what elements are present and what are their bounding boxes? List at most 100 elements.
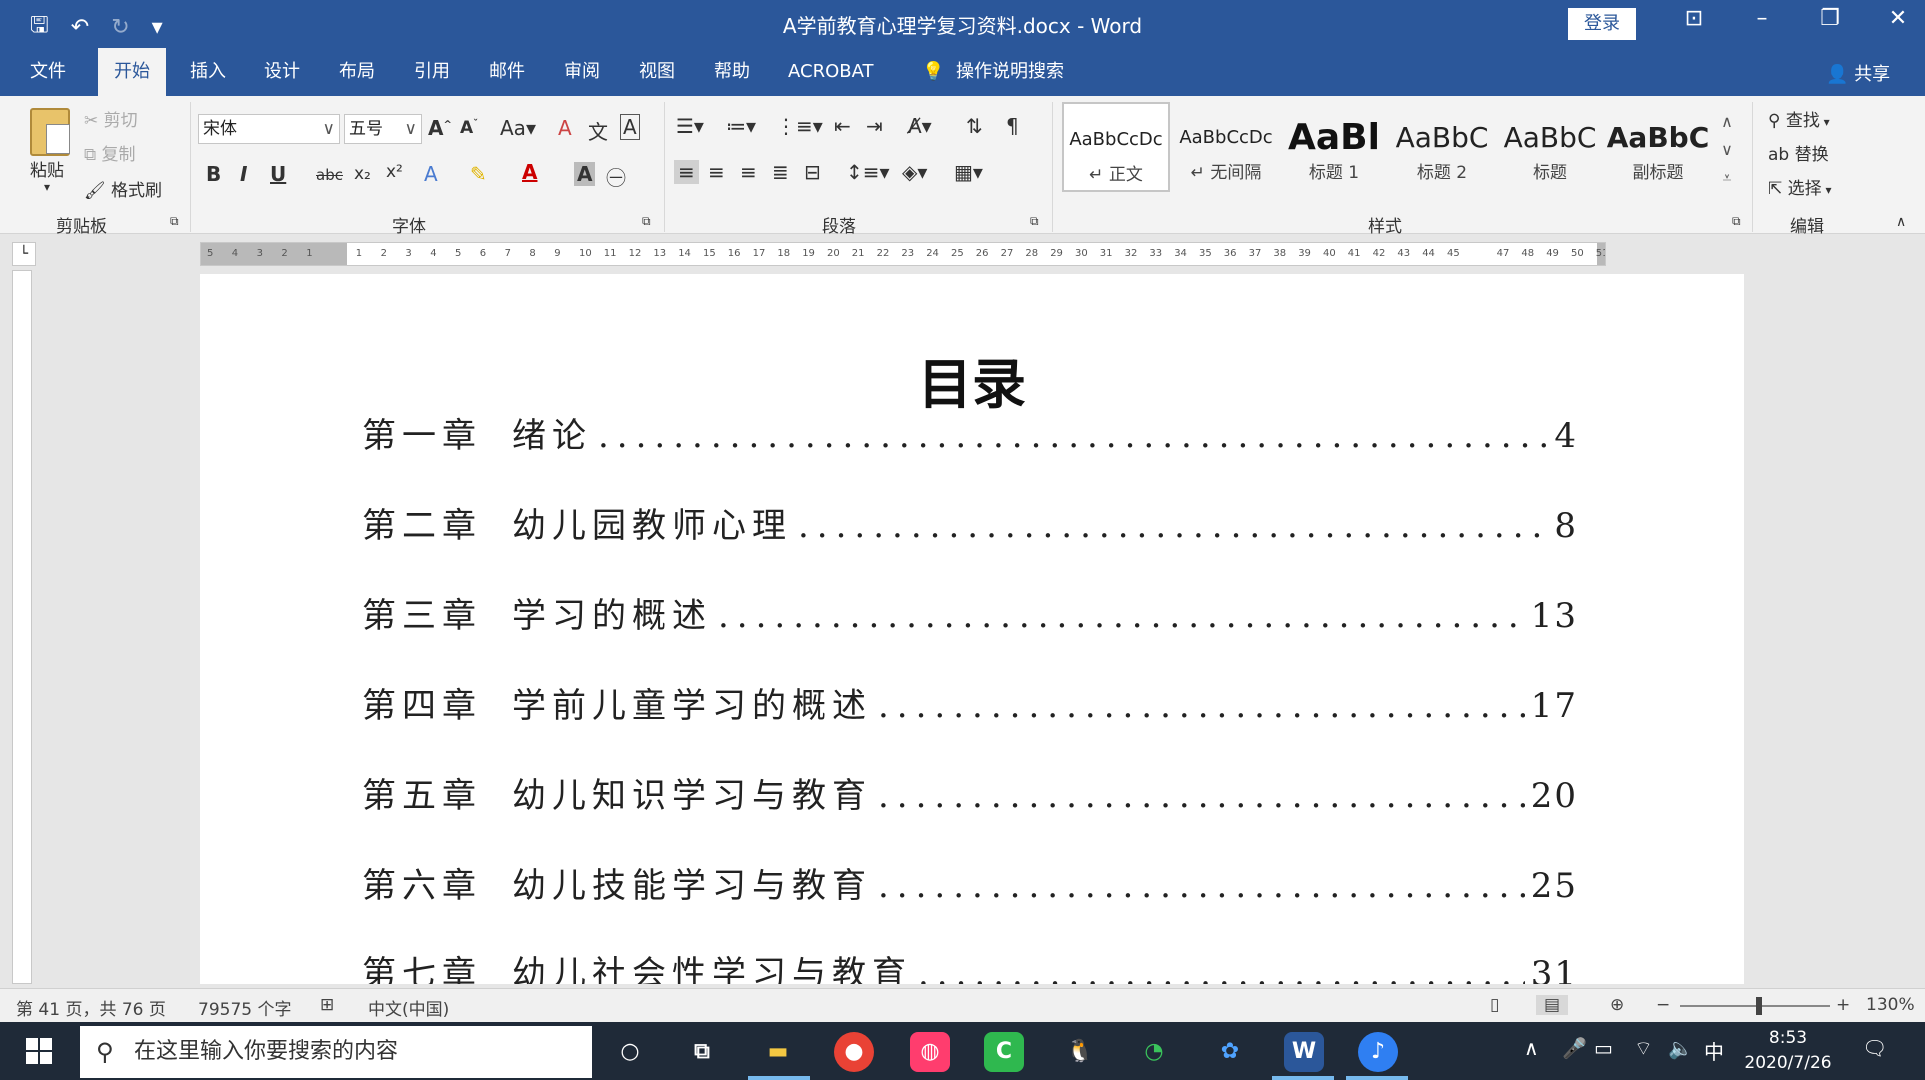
notifications-icon[interactable]: 🗨 xyxy=(1862,1036,1887,1060)
font-color-icon[interactable]: A xyxy=(522,160,537,184)
tab-review[interactable]: 审阅 xyxy=(548,48,616,96)
align-right-icon[interactable]: ≡ xyxy=(740,160,757,184)
toc-entry[interactable]: 第六章 幼儿技能学习与教育 ..........................… xyxy=(362,858,1578,908)
subscript-icon[interactable]: x₂ xyxy=(354,164,371,184)
bold-icon[interactable]: B xyxy=(206,162,221,186)
tab-selector-icon[interactable]: └ xyxy=(12,242,36,266)
collapse-ribbon-icon[interactable]: ∧ xyxy=(1896,214,1906,230)
tab-references[interactable]: 引用 xyxy=(398,48,466,96)
restore-icon[interactable]: ❐ xyxy=(1796,6,1864,31)
read-mode-icon[interactable]: ▯ xyxy=(1490,995,1499,1015)
toc-entry[interactable]: 第七章 幼儿社会性学习与教育 .........................… xyxy=(362,946,1578,984)
superscript-icon[interactable]: x² xyxy=(386,162,403,182)
ime-indicator[interactable]: 中 xyxy=(1704,1036,1724,1065)
shading-icon[interactable]: ◈▾ xyxy=(902,160,927,184)
character-shading-icon[interactable]: A xyxy=(574,162,596,186)
horizontal-ruler[interactable]: 5 4 3 2 1 1 2 3 4 5 6 7 8 9 10 11 12 13 14 15 16 17 18 19 20 21 22… xyxy=(200,242,1606,266)
cortana-icon[interactable]: ○ xyxy=(610,1032,650,1072)
tab-help[interactable]: 帮助 xyxy=(698,48,766,96)
paste-icon[interactable] xyxy=(30,108,70,156)
tell-me-search[interactable]: 操作说明搜索 xyxy=(940,48,1080,96)
zoom-in-icon[interactable]: + xyxy=(1836,995,1850,1015)
styles-launcher-icon[interactable]: ⧉ xyxy=(1732,214,1741,229)
paste-dropdown-icon[interactable]: ▾ xyxy=(44,180,50,194)
zoom-level[interactable]: 130% xyxy=(1866,995,1915,1015)
clock[interactable]: 8:53 2020/7/26 xyxy=(1740,1026,1836,1076)
show-hidden-icons-icon[interactable]: ∧ xyxy=(1524,1036,1539,1060)
style-heading-1[interactable]: AaBl 标题 1 xyxy=(1280,102,1388,192)
windows-start-icon[interactable] xyxy=(26,1038,52,1064)
tab-design[interactable]: 设计 xyxy=(248,48,316,96)
close-icon[interactable]: ✕ xyxy=(1864,6,1925,31)
vertical-ruler[interactable] xyxy=(12,270,32,984)
toc-entry[interactable]: 第二章 幼儿园教师心理 ............................… xyxy=(362,498,1578,548)
zoom-out-icon[interactable]: − xyxy=(1656,995,1670,1015)
file-explorer-icon[interactable]: ▬ xyxy=(758,1032,798,1072)
qq-icon[interactable]: 🐧 xyxy=(1060,1032,1100,1072)
clipboard-launcher-icon[interactable]: ⧉ xyxy=(170,214,179,229)
toc-entry[interactable]: 第四章 学前儿童学习的概述 ..........................… xyxy=(362,678,1578,728)
replace-button[interactable]: ab 替换 xyxy=(1768,140,1829,165)
login-button[interactable]: 登录 xyxy=(1568,8,1636,40)
tab-home[interactable]: 开始 xyxy=(98,48,166,96)
decrease-indent-icon[interactable]: ⇤ xyxy=(834,114,851,138)
chevron-down-icon[interactable]: ∨ xyxy=(1714,136,1740,164)
clear-formatting-icon[interactable]: A xyxy=(558,116,572,140)
chevron-up-icon[interactable]: ∧ xyxy=(1714,108,1740,136)
select-button[interactable]: ⇱ 选择 ▾ xyxy=(1768,174,1832,199)
document-page[interactable]: 目录 第一章 绪论 ..............................… xyxy=(200,274,1744,984)
tab-acrobat[interactable]: ACROBAT xyxy=(772,48,890,96)
wechat-icon[interactable]: ◔ xyxy=(1134,1032,1174,1072)
chrome-icon[interactable]: ● xyxy=(834,1032,874,1072)
shrink-font-icon[interactable]: Aˇ xyxy=(460,118,478,138)
align-left-icon[interactable]: ≡ xyxy=(674,160,699,184)
style-title[interactable]: AaBbC 标题 xyxy=(1496,102,1604,192)
cut-button[interactable]: ✂ 剪切 xyxy=(84,106,138,131)
web-layout-icon[interactable]: ⊕ xyxy=(1610,995,1624,1015)
minimize-icon[interactable]: – xyxy=(1728,6,1796,31)
align-center-icon[interactable]: ≡ xyxy=(708,160,725,184)
text-effects-icon[interactable]: A xyxy=(424,162,438,186)
tab-layout[interactable]: 布局 xyxy=(323,48,391,96)
app-pink-icon[interactable]: ◍ xyxy=(910,1032,950,1072)
share-button[interactable]: 👤 共享 xyxy=(1826,60,1890,86)
more-styles-icon[interactable]: ⩡ xyxy=(1714,164,1740,192)
taskbar-search-input[interactable]: ⚲ 在这里输入你要搜索的内容 xyxy=(80,1026,592,1078)
paste-button[interactable]: 粘贴 xyxy=(30,156,64,181)
font-size-combo[interactable]: 五号 ∨ xyxy=(344,114,422,144)
task-view-icon[interactable]: ⧉ xyxy=(682,1032,722,1072)
character-border-icon[interactable]: A xyxy=(620,114,640,140)
show-marks-icon[interactable]: ¶ xyxy=(1006,114,1019,138)
language-indicator[interactable]: 中文(中国) xyxy=(368,995,449,1020)
distributed-icon[interactable]: ⊟ xyxy=(804,160,821,184)
phonetic-guide-icon[interactable]: 文 xyxy=(588,116,608,145)
tab-insert[interactable]: 插入 xyxy=(174,48,242,96)
baidu-netdisk-icon[interactable]: ✿ xyxy=(1210,1032,1250,1072)
enclose-characters-icon[interactable]: ㊀ xyxy=(606,162,626,191)
multilevel-list-icon[interactable]: ⋮≡▾ xyxy=(776,114,823,138)
font-name-combo[interactable]: 宋体 ∨ xyxy=(198,114,340,144)
tab-file[interactable]: 文件 xyxy=(14,48,82,96)
tab-mailings[interactable]: 邮件 xyxy=(473,48,541,96)
proofing-icon[interactable]: ⊞ xyxy=(320,995,334,1015)
word-icon[interactable]: W xyxy=(1284,1032,1324,1072)
zoom-slider-thumb[interactable] xyxy=(1756,997,1762,1015)
toc-entry[interactable]: 第五章 幼儿知识学习与教育 ..........................… xyxy=(362,768,1578,818)
toc-entry[interactable]: 第一章 绪论 .................................… xyxy=(362,408,1578,458)
page-count[interactable]: 第 41 页，共 76 页 xyxy=(16,995,166,1020)
increase-indent-icon[interactable]: ⇥ xyxy=(866,114,883,138)
grow-font-icon[interactable]: A^ xyxy=(428,116,452,140)
sort-icon[interactable]: ⇅ xyxy=(966,114,983,138)
justify-icon[interactable]: ≣ xyxy=(772,160,789,184)
toc-entry[interactable]: 第三章 学习的概述 ..............................… xyxy=(362,588,1578,638)
borders-icon[interactable]: ▦▾ xyxy=(954,160,983,184)
app-green-icon[interactable]: C xyxy=(984,1032,1024,1072)
font-launcher-icon[interactable]: ⧉ xyxy=(642,214,651,229)
format-painter-button[interactable]: 🖌 格式刷 xyxy=(84,176,162,201)
italic-icon[interactable]: I xyxy=(240,162,247,186)
underline-icon[interactable]: U xyxy=(270,162,286,186)
style-no-spacing[interactable]: AaBbCcDc ↵ 无间隔 xyxy=(1172,102,1280,192)
change-case-icon[interactable]: Aa▾ xyxy=(500,116,536,140)
bullets-icon[interactable]: ☰▾ xyxy=(676,114,704,138)
line-spacing-icon[interactable]: ↕≡▾ xyxy=(846,160,890,184)
